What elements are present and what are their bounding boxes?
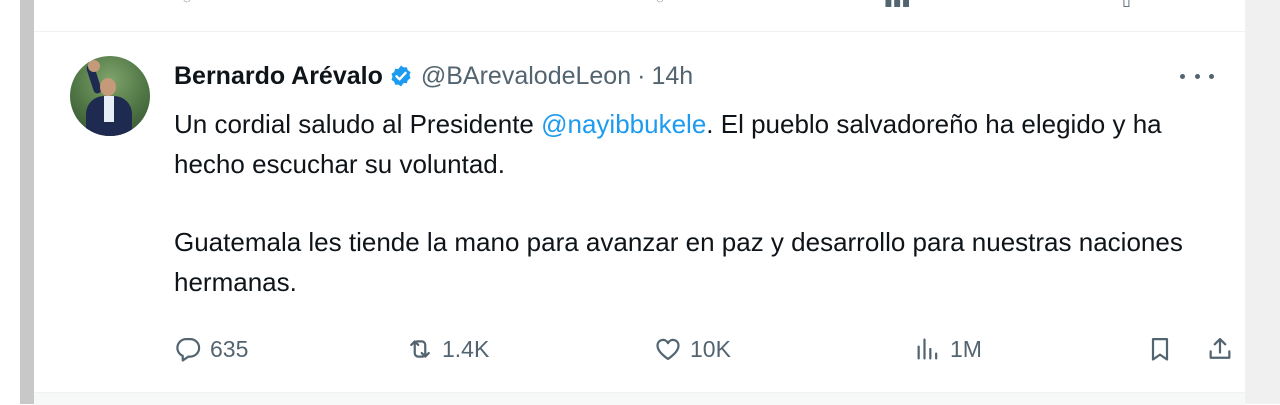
views-button[interactable]: 1M [914,329,982,369]
author-handle[interactable]: @BArevalodeLeon [421,62,631,91]
prev-like-icon[interactable]: ◌ [655,0,665,8]
tweet-header: Bernardo Arévalo @BArevalodeLeon · 14h [174,60,693,92]
more-icon[interactable] [1180,64,1214,88]
mention-link[interactable]: @nayibbukele [541,109,706,139]
prev-bookmark-icon[interactable]: ▯ [1122,0,1131,8]
share-button[interactable] [1206,329,1242,369]
reply-count: 635 [210,335,249,362]
views-count: 1M [950,335,982,362]
like-button[interactable]: 10K [654,329,731,369]
bookmark-button[interactable] [1146,329,1182,369]
right-gutter [1246,0,1280,404]
tweet-actions: 635 1.4K 10K 1M [174,329,1231,369]
timestamp[interactable]: 14h [651,62,693,91]
avatar[interactable] [70,56,150,136]
prev-views-icon[interactable]: ▮▮▮ [884,0,910,8]
repost-count: 1.4K [442,335,490,362]
tweet-paragraph-2: Guatemala les tiende la mano para avanza… [174,227,1183,297]
reply-icon [176,337,201,362]
tweet[interactable]: Bernardo Arévalo @BArevalodeLeon · 14h U… [34,32,1245,392]
tweet-paragraph-1: Un cordial saludo al Presidente @nayibbu… [174,104,1184,184]
repost-button[interactable]: 1.4K [406,329,489,369]
tweet-text: Un cordial saludo al Presidente @nayibbu… [174,104,1184,302]
share-icon [1209,337,1231,359]
left-scroll-edge [20,0,34,404]
previous-tweet-actions: ◌ ◌ ▮▮▮ ▯ ▔ [0,0,1280,8]
text-segment: Un cordial saludo al Presidente [174,109,542,139]
separator-dot: · [637,61,646,90]
bottom-edge [34,392,1245,405]
verified-badge-icon [391,65,411,87]
like-count: 10K [690,335,731,362]
bookmark-icon [1151,337,1169,361]
views-icon [917,338,938,360]
repost-icon [410,340,430,358]
prev-reply-icon[interactable]: ◌ [182,0,192,8]
like-icon [656,338,680,361]
author-name[interactable]: Bernardo Arévalo [174,62,383,91]
left-gutter [0,0,20,404]
reply-button[interactable]: 635 [174,329,248,369]
prev-share-icon[interactable]: ▔ [1182,0,1194,8]
